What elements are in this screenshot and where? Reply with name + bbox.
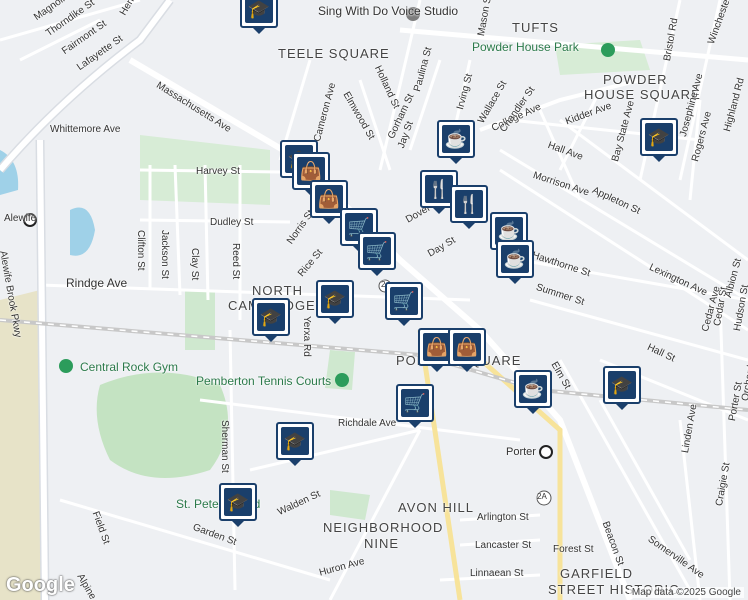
park-label[interactable]: Powder House Park <box>472 40 579 54</box>
park-marker[interactable] <box>601 43 615 57</box>
map-pin-school[interactable]: 🎓 <box>276 422 314 466</box>
school-icon: 🎓 <box>245 0 273 23</box>
poi-label[interactable]: Sing With Do Voice Studio <box>318 4 458 18</box>
neighborhood-label: NEIGHBORHOOD <box>323 520 444 535</box>
street-label: Forest St <box>553 544 594 555</box>
neighborhood-label: TEELE SQUARE <box>278 46 390 61</box>
street-label: Lancaster St <box>475 540 532 551</box>
shopping-bag-icon: 👜 <box>315 185 343 213</box>
shopping-cart-icon: 🛒 <box>363 237 391 265</box>
park-marker[interactable] <box>59 359 73 373</box>
street-label: Sherman St <box>219 420 230 473</box>
park-area <box>330 490 370 520</box>
shopping-bag-icon: 👜 <box>453 333 481 361</box>
map-attribution[interactable]: Map data ©2025 Google <box>628 587 744 598</box>
station-marker[interactable] <box>539 445 553 459</box>
street-label: Yerxa Rd <box>301 316 312 357</box>
station-label: Porter <box>506 446 536 458</box>
park-marker[interactable] <box>335 373 349 387</box>
map-pin-school[interactable]: 🎓 <box>603 366 641 410</box>
park-area <box>96 372 229 478</box>
school-icon: 🎓 <box>645 123 673 151</box>
neighborhood-label: POWDER <box>603 72 668 87</box>
station-label: Alewife <box>4 213 37 224</box>
fork-knife-icon: 🍴 <box>425 175 453 203</box>
street-label: Linnaean St <box>470 568 524 579</box>
neighborhood-label: AVON HILL <box>398 500 474 515</box>
map-pin-school[interactable]: 🎓 <box>252 298 290 342</box>
map-pin-school[interactable]: 🎓 <box>640 118 678 162</box>
street-label: Dudley St <box>210 217 254 228</box>
map-pin-grocery[interactable]: 🛒 <box>396 384 434 428</box>
coffee-cup-icon: ☕ <box>442 125 470 153</box>
fork-knife-icon: 🍴 <box>455 190 483 218</box>
coffee-cup-icon: ☕ <box>519 375 547 403</box>
street-label: Reed St <box>230 243 241 280</box>
street-label: Clay St <box>189 248 200 281</box>
neighborhood-label: NORTH <box>252 283 303 298</box>
neighborhood-label: HOUSE SQUARE <box>584 87 701 102</box>
park-label[interactable]: Central Rock Gym <box>80 360 178 374</box>
map-pin-shopping[interactable]: 👜 <box>448 328 486 372</box>
neighborhood-label: NINE <box>364 536 400 551</box>
map-pin-restaurant[interactable]: 🍴 <box>450 185 488 229</box>
neighborhood-label: GARFIELD <box>560 566 634 581</box>
coffee-cup-icon: ☕ <box>501 245 529 273</box>
neighborhood-label: TUFTS <box>512 20 559 35</box>
street-label: Harvey St <box>196 166 240 177</box>
school-icon: 🎓 <box>321 285 349 313</box>
map-pin-school[interactable]: 🎓 <box>316 280 354 324</box>
street-label: Whittemore Ave <box>50 124 121 135</box>
map-pin-cafe[interactable]: ☕ <box>514 370 552 414</box>
school-icon: 🎓 <box>257 303 285 331</box>
street-label: Jackson St <box>159 230 170 279</box>
map-pin-cafe[interactable]: ☕ <box>496 240 534 284</box>
map-pin-school[interactable]: 🎓 <box>240 0 278 34</box>
map-canvas[interactable]: TEELE SQUARE TUFTS POWDER HOUSE SQUARE N… <box>0 0 748 600</box>
map-pin-grocery[interactable]: 🛒 <box>385 282 423 326</box>
park-area <box>185 290 215 350</box>
street-label: Arlington St <box>477 512 529 523</box>
street-label: Richdale Ave <box>338 418 397 429</box>
street-label: Clifton St <box>135 230 146 271</box>
route-shield-label: 2A <box>537 492 547 501</box>
map-pin-grocery[interactable]: 🛒 <box>358 232 396 276</box>
shopping-bag-icon: 👜 <box>423 333 451 361</box>
shopping-cart-icon: 🛒 <box>390 287 418 315</box>
park-label[interactable]: Pemberton Tennis Courts <box>196 374 331 388</box>
school-icon: 🎓 <box>608 371 636 399</box>
street-label: Rindge Ave <box>66 276 128 290</box>
school-icon: 🎓 <box>281 427 309 455</box>
map-pin-school[interactable]: 🎓 <box>219 483 257 527</box>
school-icon: 🎓 <box>224 488 252 516</box>
map-pin-cafe[interactable]: ☕ <box>437 120 475 164</box>
google-logo: Google <box>6 574 75 596</box>
shopping-cart-icon: 🛒 <box>401 389 429 417</box>
